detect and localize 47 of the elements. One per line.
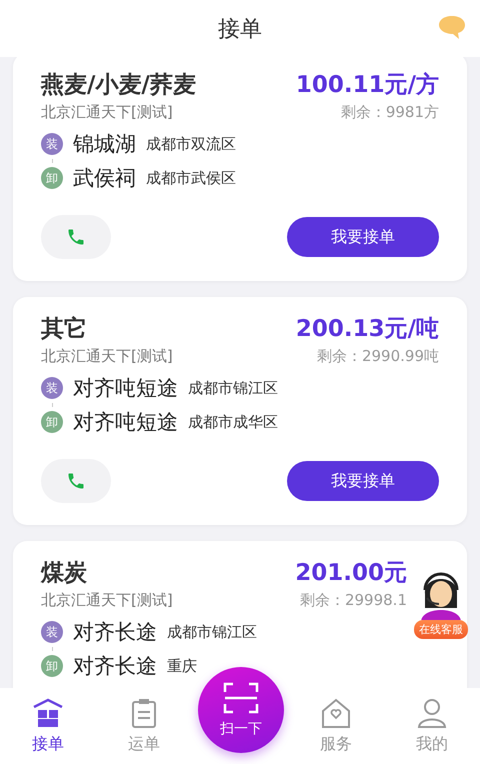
load-badge: 装 — [41, 377, 63, 399]
chat-bubble-icon[interactable] — [438, 13, 466, 41]
call-button[interactable] — [41, 215, 111, 259]
cargo-name: 煤炭 — [41, 559, 88, 587]
phone-icon — [66, 471, 86, 491]
remaining-amount: 剩余：9981方 — [340, 103, 439, 121]
nav-tab[interactable]: 运单 — [96, 688, 192, 764]
place-name: 武侯祠 — [73, 165, 136, 192]
place-name: 对齐长途 — [73, 619, 157, 646]
address: 重庆 — [167, 656, 197, 676]
house-heart-icon — [320, 698, 352, 728]
phone-icon — [66, 227, 86, 247]
place-name: 锦城湖 — [73, 131, 136, 158]
price: 100.11元/方 — [296, 71, 439, 99]
place-name: 对齐长途 — [73, 653, 157, 680]
page-title: 接单 — [218, 16, 262, 44]
address: 成都市锦江区 — [167, 622, 257, 642]
accept-order-button[interactable]: 我要接单 — [287, 217, 439, 257]
unload-badge: 卸 — [41, 411, 63, 433]
warehouse-icon — [32, 698, 64, 728]
address: 成都市锦江区 — [188, 378, 278, 398]
price: 201.00元 — [295, 559, 407, 587]
scan-icon — [223, 682, 259, 714]
company-name: 北京汇通天下[测试] — [41, 591, 173, 609]
accept-order-button[interactable]: 我要接单 — [287, 461, 439, 501]
nav-tab[interactable]: 服务 — [288, 688, 384, 764]
address: 成都市成华区 — [188, 412, 278, 432]
load-badge: 装 — [41, 621, 63, 643]
address: 成都市双流区 — [146, 134, 236, 154]
unload-badge: 卸 — [41, 167, 63, 189]
address: 成都市武侯区 — [146, 168, 236, 188]
cargo-name: 其它 — [41, 315, 88, 343]
place-name: 对齐吨短途 — [73, 409, 178, 436]
unload-badge: 卸 — [41, 655, 63, 677]
company-name: 北京汇通天下[测试] — [41, 347, 173, 365]
nav-tab[interactable]: 我的 — [384, 688, 480, 764]
person-icon — [417, 698, 447, 728]
clipboard-icon — [131, 698, 157, 728]
nav-tab[interactable]: 接单 — [0, 688, 96, 764]
company-name: 北京汇通天下[测试] — [41, 103, 174, 121]
place-name: 对齐吨短途 — [73, 375, 178, 402]
call-button[interactable] — [41, 459, 111, 503]
remaining-amount: 剩余：2990.99吨 — [316, 347, 439, 365]
cargo-name: 燕麦/小麦/荞麦 — [41, 71, 196, 99]
price: 200.13元/吨 — [296, 315, 439, 343]
remaining-amount: 剩余：29998.1 — [300, 591, 407, 609]
load-badge: 装 — [41, 133, 63, 155]
